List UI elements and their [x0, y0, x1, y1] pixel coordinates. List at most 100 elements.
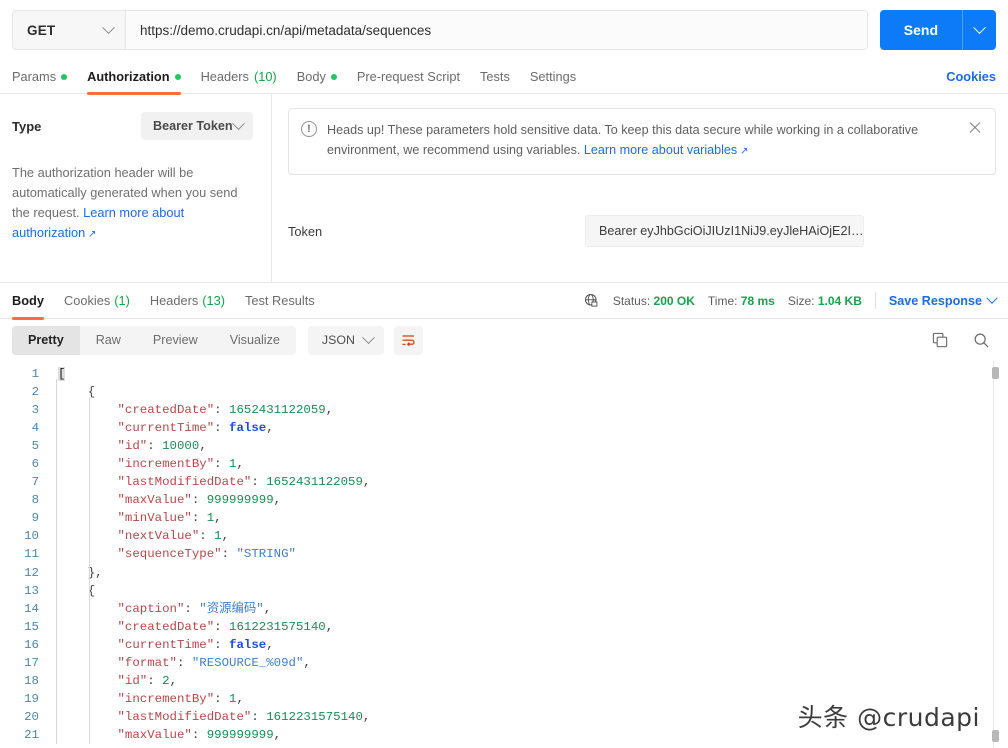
code-line: "maxValue": 999999999, — [117, 493, 282, 508]
line-number: 9 — [31, 511, 39, 526]
chevron-down-icon — [986, 292, 998, 304]
chevron-down-icon — [232, 116, 245, 130]
tab-authorization[interactable]: Authorization — [77, 60, 190, 95]
size-metric: Size: 1.04 KB — [788, 294, 862, 308]
line-number: 19 — [24, 691, 39, 706]
close-icon[interactable] — [967, 120, 983, 136]
response-view-toolbar: Pretty Raw Preview Visualize JSON — [0, 319, 1008, 361]
response-tab-headers[interactable]: Headers (13) — [140, 283, 235, 319]
notice-text: Heads up! These parameters hold sensitiv… — [327, 120, 957, 162]
format-select[interactable]: JSON — [307, 325, 384, 355]
wrap-lines-button[interactable] — [393, 325, 423, 355]
tab-tests[interactable]: Tests — [470, 60, 520, 94]
modified-dot-icon — [330, 73, 337, 80]
fold-guide — [89, 397, 90, 744]
tab-label: Tests — [480, 69, 510, 84]
auth-type-value: Bearer Token — [153, 119, 233, 133]
code-line: "incrementBy": 1, — [117, 457, 244, 472]
code-line: "minValue": 1, — [117, 511, 222, 526]
line-number: 5 — [31, 439, 39, 454]
auth-left-column: Type Bearer Token The authorization head… — [0, 94, 272, 282]
code-line: "maxValue": 999999999, — [117, 727, 282, 742]
search-icon[interactable] — [973, 332, 990, 349]
response-tab-body[interactable]: Body — [12, 283, 54, 320]
send-options-button[interactable] — [962, 10, 996, 50]
modified-dot-icon — [61, 73, 68, 80]
response-body-viewer[interactable]: 1 2 3 4 5 6 7 8 9 10 11 12 13 14 15 16 17 18 19 20 21 [ { "c… — [0, 361, 1008, 748]
status-metric: Status: 200 OK — [613, 294, 695, 308]
response-tab-cookies[interactable]: Cookies (1) — [54, 283, 140, 319]
code-line: "currentTime": false, — [117, 637, 274, 652]
status-value: 200 OK — [653, 293, 695, 308]
variables-learn-more-link[interactable]: Learn more about variables — [584, 143, 737, 157]
external-link-icon: ↗ — [737, 146, 749, 157]
wrap-lines-icon — [402, 334, 415, 346]
modified-dot-icon — [174, 73, 181, 80]
send-button[interactable]: Send — [880, 10, 962, 50]
line-number-gutter: 1 2 3 4 5 6 7 8 9 10 11 12 13 14 15 16 17 18 19 20 21 — [0, 365, 48, 744]
code-lines: [ { "createdDate": 1652431122059, "curre… — [48, 365, 1008, 744]
code-line: }, — [58, 565, 103, 580]
code-line: "nextValue": 1, — [117, 529, 230, 544]
auth-type-select[interactable]: Bearer Token — [141, 112, 253, 140]
code-line: "createdDate": 1652431122059, — [117, 403, 334, 418]
response-actions — [932, 332, 996, 349]
view-mode-preview[interactable]: Preview — [137, 326, 214, 355]
line-number: 8 — [31, 493, 39, 508]
divider — [874, 292, 876, 309]
cookies-link[interactable]: Cookies — [946, 69, 996, 84]
view-mode-pretty[interactable]: Pretty — [12, 325, 80, 355]
code-line: "sequenceType": "STRING" — [117, 547, 296, 562]
tab-headers[interactable]: Headers (10) — [191, 60, 287, 94]
chevron-down-icon — [102, 20, 115, 34]
token-input[interactable]: Bearer eyJhbGciOiJIUzI1NiJ9.eyJleHAiOjE2… — [585, 215, 864, 247]
postman-window: GET https://demo.crudapi.cn/api/metadata… — [0, 0, 1008, 748]
copy-icon[interactable] — [932, 332, 949, 349]
send-group: Send — [879, 10, 996, 50]
line-number: 2 — [31, 385, 39, 400]
http-method-select[interactable]: GET — [13, 11, 126, 49]
code-line: "id": 10000, — [117, 439, 207, 454]
code-line: "lastModifiedDate": 1612231575140, — [117, 709, 371, 724]
line-number: 10 — [24, 529, 39, 544]
chevron-down-icon — [362, 330, 375, 344]
time-metric: Time: 78 ms — [708, 294, 775, 308]
code-line: "createdDate": 1612231575140, — [117, 619, 334, 634]
url-bar: GET https://demo.crudapi.cn/api/metadata… — [0, 0, 1008, 60]
tab-count: (1) — [114, 293, 130, 308]
line-number: 16 — [24, 637, 39, 652]
tab-label: Settings — [529, 69, 577, 84]
secure-globe-icon — [584, 293, 598, 307]
save-response-button[interactable]: Save Response — [889, 292, 998, 308]
vertical-scrollbar-thumb[interactable] — [992, 367, 999, 379]
url-input[interactable]: https://demo.crudapi.cn/api/metadata/seq… — [126, 11, 867, 49]
tab-pre-request-script[interactable]: Pre-request Script — [347, 60, 470, 94]
tab-label: Authorization — [87, 69, 170, 84]
authorization-pane: Type Bearer Token The authorization head… — [0, 94, 1008, 283]
response-tab-test-results[interactable]: Test Results — [235, 283, 325, 319]
external-link-icon: ↗ — [85, 229, 97, 240]
code-line: [ — [58, 367, 66, 381]
format-value: JSON — [321, 333, 355, 347]
tab-label: Cookies — [64, 293, 111, 308]
view-mode-raw[interactable]: Raw — [80, 326, 137, 355]
tab-count: (13) — [202, 293, 226, 308]
response-meta: Status: 200 OK Time: 78 ms Size: 1.04 KB… — [584, 292, 998, 309]
tab-settings[interactable]: Settings — [520, 60, 586, 94]
line-number: 17 — [24, 655, 39, 670]
tab-label: Test Results — [245, 293, 315, 308]
tab-body[interactable]: Body — [287, 60, 347, 94]
status-label: Status: — [612, 293, 651, 308]
tab-label: Params — [12, 69, 57, 84]
view-mode-visualize[interactable]: Visualize — [214, 326, 296, 355]
line-number: 20 — [24, 709, 39, 724]
line-number: 1 — [31, 367, 39, 381]
tab-count: (10) — [253, 69, 277, 84]
token-row: Token Bearer eyJhbGciOiJIUzI1NiJ9.eyJleH… — [288, 215, 996, 247]
line-number: 11 — [24, 547, 39, 562]
code-line: "id": 2, — [117, 673, 178, 688]
scrollbar-end-marker[interactable] — [992, 730, 999, 742]
tab-params[interactable]: Params — [12, 60, 77, 94]
code-line: { — [58, 385, 96, 400]
json-code: 1 2 3 4 5 6 7 8 9 10 11 12 13 14 15 16 17 18 19 20 21 [ { "c… — [0, 361, 1008, 744]
